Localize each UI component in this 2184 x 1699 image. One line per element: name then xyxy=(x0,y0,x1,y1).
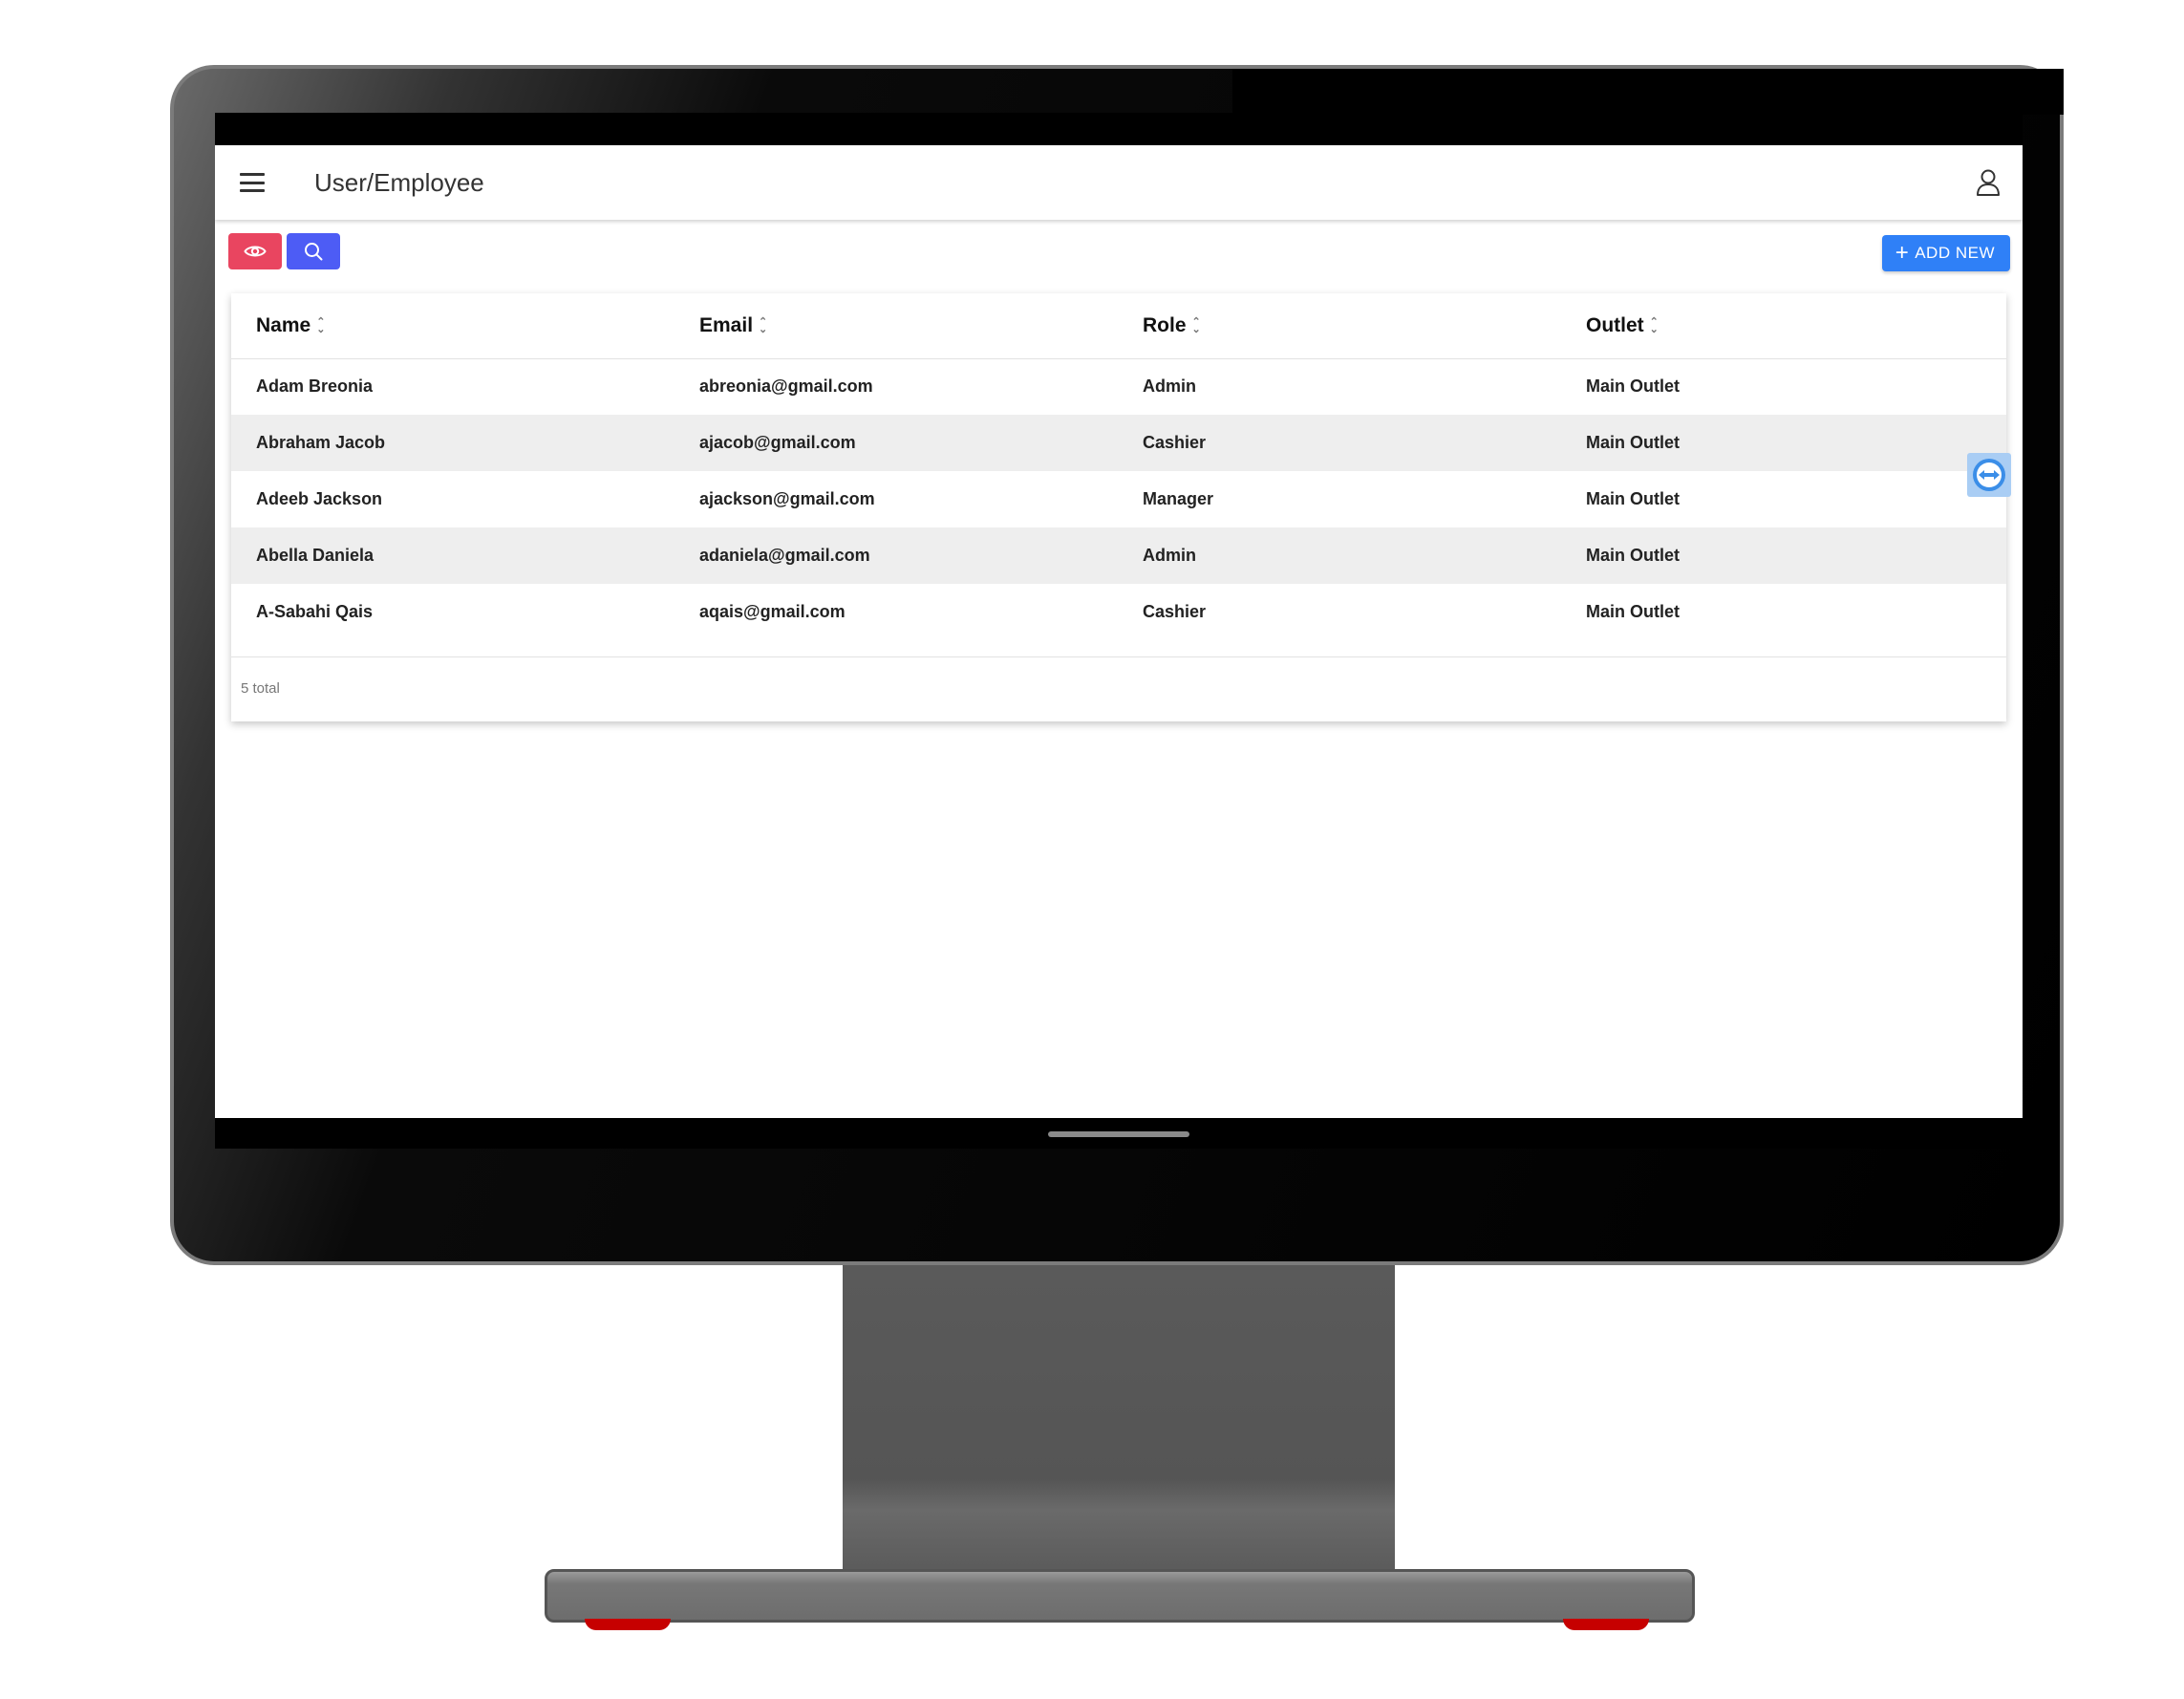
cell-role: Admin xyxy=(1118,527,1561,584)
add-new-button[interactable]: + ADD NEW xyxy=(1881,235,2010,271)
cell-outlet: Main Outlet xyxy=(1561,527,2006,584)
cell-role: Admin xyxy=(1143,376,1196,397)
table-row[interactable]: Adam Breonia abreonia@gmail.com Admin Ma… xyxy=(231,358,2006,415)
view-button[interactable] xyxy=(228,233,282,269)
sort-icon[interactable]: ⌃ ⌄ xyxy=(759,317,768,335)
column-header-role[interactable]: Role ⌃ ⌄ xyxy=(1118,293,1561,359)
column-header-email[interactable]: Email ⌃ ⌄ xyxy=(674,293,1118,359)
sort-icon[interactable]: ⌃ ⌄ xyxy=(1192,317,1202,335)
cell-role: Cashier xyxy=(1118,415,1561,471)
user-icon[interactable] xyxy=(1975,168,2002,197)
employee-table: Name ⌃ ⌄ Email ⌃ ⌄ Role ⌃ ⌄ Outlet ⌃ ⌄ Adam Breo… xyxy=(231,293,2006,640)
employee-table-card: Name ⌃ ⌄ Email ⌃ ⌄ Role ⌃ ⌄ Outlet ⌃ ⌄ Adam Breo… xyxy=(231,293,2006,721)
table-row[interactable]: Adeeb Jackson ajackson@gmail.com Manager… xyxy=(231,471,2006,527)
remote-arrows-icon xyxy=(1973,459,2005,491)
column-header-label: Role xyxy=(1143,313,1187,336)
app-window: User/Employee + ADD NEW Name ⌃ ⌄ Email ⌃… xyxy=(215,145,2023,1118)
frame-reflection xyxy=(1232,69,2064,115)
cell-name: Adam Breonia xyxy=(256,376,374,397)
monitor-foot-right xyxy=(1563,1619,1649,1630)
search-button[interactable] xyxy=(287,233,340,269)
cell-outlet: Main Outlet xyxy=(1586,602,1680,621)
monitor-base xyxy=(545,1569,1695,1623)
screen: User/Employee + ADD NEW Name ⌃ ⌄ Email ⌃… xyxy=(215,113,2023,1149)
table-row[interactable]: Abraham Jacob ajacob@gmail.com Cashier M… xyxy=(231,415,2006,471)
cell-outlet: Main Outlet xyxy=(1561,415,2006,471)
home-indicator xyxy=(1048,1131,1189,1137)
search-icon xyxy=(305,243,323,261)
sort-icon[interactable]: ⌃ ⌄ xyxy=(1650,317,1659,335)
toolbar: + ADD NEW xyxy=(215,220,2023,287)
cell-email: ajacob@gmail.com xyxy=(674,415,1118,471)
table-row[interactable]: A-Sabahi Qais aqais@gmail.com Cashier Ma… xyxy=(231,584,2006,640)
cell-email: aqais@gmail.com xyxy=(699,602,846,621)
cell-role: Manager xyxy=(1143,489,1214,508)
cell-role: Cashier xyxy=(1143,602,1207,621)
table-row[interactable]: Abella Daniela adaniela@gmail.com Admin … xyxy=(231,527,2006,584)
column-header-label: Email xyxy=(699,313,754,336)
monitor-stand xyxy=(843,1265,1395,1571)
cell-email: ajackson@gmail.com xyxy=(699,489,875,508)
add-new-label: ADD NEW xyxy=(1915,244,1995,262)
cell-outlet: Main Outlet xyxy=(1586,489,1680,508)
page-title: User/Employee xyxy=(314,167,484,197)
cell-name: Adeeb Jackson xyxy=(256,489,383,508)
eye-icon xyxy=(244,246,267,257)
cell-email: adaniela@gmail.com xyxy=(674,527,1118,584)
table-header-row: Name ⌃ ⌄ Email ⌃ ⌄ Role ⌃ ⌄ Outlet ⌃ ⌄ xyxy=(231,293,2006,359)
table-footer-total: 5 total xyxy=(231,656,2006,721)
monitor-foot-left xyxy=(585,1619,671,1630)
column-header-name[interactable]: Name ⌃ ⌄ xyxy=(231,293,674,359)
column-header-outlet[interactable]: Outlet ⌃ ⌄ xyxy=(1561,293,2006,359)
hamburger-menu-icon[interactable] xyxy=(240,173,265,192)
column-header-label: Name xyxy=(256,313,311,336)
column-header-label: Outlet xyxy=(1586,313,1644,336)
plus-icon: + xyxy=(1895,240,1910,266)
cell-email: abreonia@gmail.com xyxy=(699,376,873,397)
cell-name: A-Sabahi Qais xyxy=(256,602,374,621)
cell-outlet: Main Outlet xyxy=(1586,376,1680,397)
sort-icon[interactable]: ⌃ ⌄ xyxy=(316,317,326,335)
cell-name: Abella Daniela xyxy=(231,527,674,584)
cell-name: Abraham Jacob xyxy=(231,415,674,471)
app-bar: User/Employee xyxy=(215,145,2023,220)
remote-control-widget[interactable] xyxy=(1967,453,2011,497)
